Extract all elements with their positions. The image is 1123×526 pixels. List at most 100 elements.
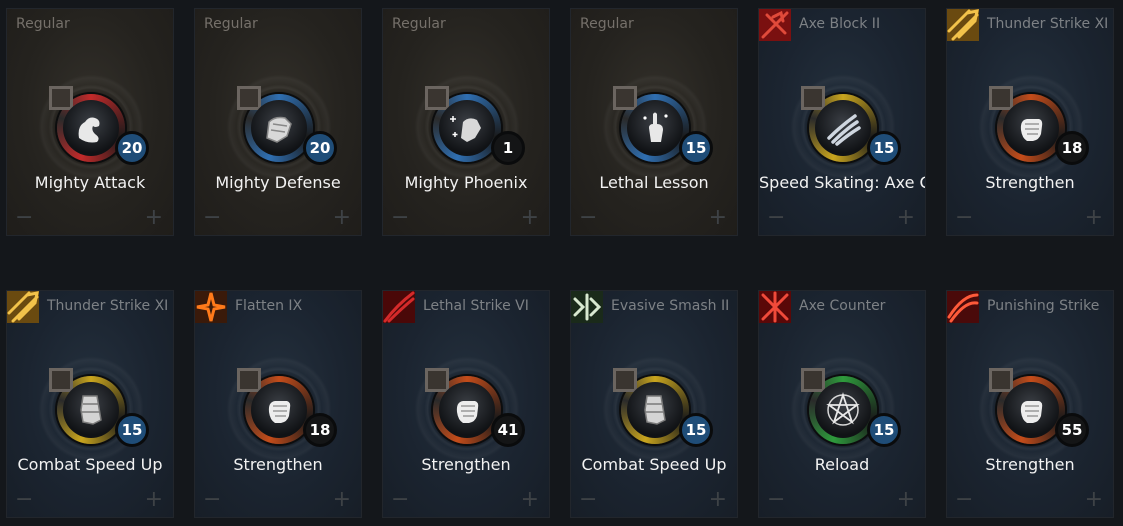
gem-frame: [237, 368, 261, 392]
decrease-button[interactable]: −: [203, 489, 221, 511]
decrease-button[interactable]: −: [391, 489, 409, 511]
decrease-button[interactable]: −: [579, 207, 597, 229]
skill-card[interactable]: Flatten IX 18 Strengthen − +: [194, 290, 362, 518]
card-header: Punishing Strike: [947, 291, 1113, 323]
card-type-label: Regular: [392, 16, 446, 32]
axe-block-icon: [759, 9, 791, 41]
decrease-button[interactable]: −: [391, 207, 409, 229]
card-header: Axe Block II: [759, 9, 925, 41]
skill-name: Mighty Defense: [215, 173, 341, 192]
skill-card[interactable]: Regular 20 Mighty Defense − +: [194, 8, 362, 236]
increase-button[interactable]: +: [897, 489, 915, 511]
skill-card[interactable]: Lethal Strike VI 41 Strengthen − +: [382, 290, 550, 518]
skill-card[interactable]: Regular 20 Mighty Attack − +: [6, 8, 174, 236]
card-header: Evasive Smash II: [571, 291, 737, 323]
gem-frame: [989, 368, 1013, 392]
gem-frame: [989, 86, 1013, 110]
gem-frame: [425, 368, 449, 392]
raised-finger-icon: [627, 100, 683, 156]
card-type-label: Punishing Strike: [987, 298, 1100, 314]
increase-button[interactable]: +: [709, 489, 727, 511]
increase-button[interactable]: +: [521, 489, 539, 511]
fist-icon: [1003, 100, 1059, 156]
gem-frame: [613, 86, 637, 110]
level-badge: 15: [867, 413, 901, 447]
card-type-label: Evasive Smash II: [611, 298, 730, 314]
skill-card[interactable]: Thunder Strike XI 15 Combat Speed Up − +: [6, 290, 174, 518]
level-badge: 20: [115, 131, 149, 165]
skill-name: Strengthen: [985, 173, 1075, 192]
increase-button[interactable]: +: [1085, 489, 1103, 511]
card-type-label: Regular: [204, 16, 258, 32]
gem-frame: [49, 86, 73, 110]
decrease-button[interactable]: −: [15, 207, 33, 229]
card-header: Regular: [571, 9, 737, 39]
decrease-button[interactable]: −: [767, 489, 785, 511]
gem-frame: [49, 368, 73, 392]
level-badge: 1: [491, 131, 525, 165]
card-header: Thunder Strike XI: [7, 291, 173, 323]
card-header: Lethal Strike VI: [383, 291, 549, 323]
level-badge: 15: [679, 131, 713, 165]
gem-frame: [613, 368, 637, 392]
gem-frame: [237, 86, 261, 110]
decrease-button[interactable]: −: [203, 207, 221, 229]
level-badge: 18: [303, 413, 337, 447]
skill-card[interactable]: Evasive Smash II 15 Combat Speed Up − +: [570, 290, 738, 518]
lethal-strike-icon: [383, 291, 415, 323]
card-type-label: Lethal Strike VI: [423, 298, 529, 314]
card-header: Regular: [7, 9, 173, 39]
skill-card[interactable]: Thunder Strike XI 18 Strengthen − +: [946, 8, 1114, 236]
card-header: Regular: [195, 9, 361, 39]
card-type-label: Flatten IX: [235, 298, 303, 314]
increase-button[interactable]: +: [897, 207, 915, 229]
decrease-button[interactable]: −: [955, 489, 973, 511]
card-type-label: Regular: [580, 16, 634, 32]
level-badge: 18: [1055, 131, 1089, 165]
sparkle-arm-icon: [439, 100, 495, 156]
level-badge: 15: [867, 131, 901, 165]
increase-button[interactable]: +: [145, 489, 163, 511]
skill-card[interactable]: Punishing Strike 55 Strengthen − +: [946, 290, 1114, 518]
skill-card[interactable]: Regular 1 Mighty Phoenix − +: [382, 8, 550, 236]
level-badge: 20: [303, 131, 337, 165]
increase-button[interactable]: +: [709, 207, 727, 229]
punishing-strike-icon: [947, 291, 979, 323]
skill-name: Strengthen: [985, 455, 1075, 474]
axe-counter-icon: [759, 291, 791, 323]
skill-name: Combat Speed Up: [581, 455, 727, 474]
card-header: Regular: [383, 9, 549, 39]
card-type-label: Thunder Strike XI: [47, 298, 169, 314]
pentagram-icon: [815, 382, 871, 438]
decrease-button[interactable]: −: [579, 489, 597, 511]
level-badge: 55: [1055, 413, 1089, 447]
card-header: Thunder Strike XI: [947, 9, 1113, 41]
skill-name: Mighty Attack: [34, 173, 146, 192]
flexed-arm-icon: [63, 100, 119, 156]
skill-card[interactable]: Axe Block II 15 Speed Skating: Axe Co − …: [758, 8, 926, 236]
increase-button[interactable]: +: [521, 207, 539, 229]
increase-button[interactable]: +: [145, 207, 163, 229]
gem-frame: [425, 86, 449, 110]
gauntlet-icon: [627, 382, 683, 438]
armored-arm-icon: [251, 100, 307, 156]
skill-name: Combat Speed Up: [17, 455, 163, 474]
gem-frame: [801, 368, 825, 392]
increase-button[interactable]: +: [333, 207, 351, 229]
decrease-button[interactable]: −: [767, 207, 785, 229]
skill-name: Strengthen: [421, 455, 511, 474]
skill-card[interactable]: Regular 15 Lethal Lesson − +: [570, 8, 738, 236]
level-badge: 41: [491, 413, 525, 447]
increase-button[interactable]: +: [333, 489, 351, 511]
decrease-button[interactable]: −: [955, 207, 973, 229]
skill-card[interactable]: Axe Counter 15 Reload − +: [758, 290, 926, 518]
increase-button[interactable]: +: [1085, 207, 1103, 229]
claw-slash-icon: [815, 100, 871, 156]
level-badge: 15: [679, 413, 713, 447]
skill-name: Reload: [814, 455, 870, 474]
card-header: Axe Counter: [759, 291, 925, 323]
level-badge: 15: [115, 413, 149, 447]
card-type-label: Regular: [16, 16, 70, 32]
fist-icon: [1003, 382, 1059, 438]
decrease-button[interactable]: −: [15, 489, 33, 511]
